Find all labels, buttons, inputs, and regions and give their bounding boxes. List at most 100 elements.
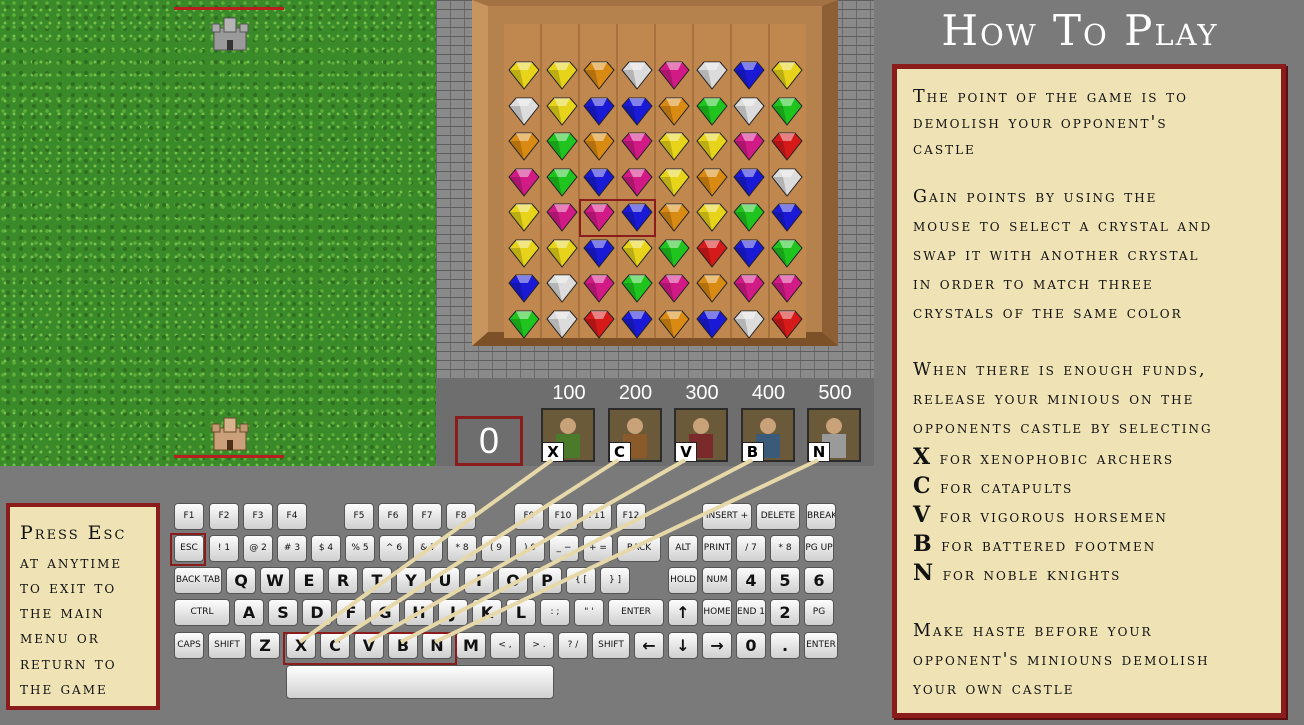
key-hold: HOLD [668, 567, 698, 594]
gem-crystal[interactable] [770, 60, 803, 90]
key-y: Y [396, 567, 426, 594]
key-4: 4 [736, 567, 766, 594]
gem-crystal[interactable] [658, 131, 690, 161]
key-f12: F12 [616, 503, 646, 530]
gem-crystal[interactable] [583, 309, 615, 339]
gem-crystal[interactable] [508, 96, 540, 126]
howto-line: Gain points by using the [913, 187, 1158, 207]
key-l: L [506, 599, 536, 626]
gem-crystal[interactable] [658, 60, 690, 90]
gem-crystal[interactable] [733, 202, 765, 232]
unit-hotkey: C [608, 442, 631, 462]
key-break: BREAK [806, 503, 836, 530]
gem-crystal[interactable] [658, 273, 690, 303]
gem-crystal[interactable] [620, 273, 653, 303]
gem-crystal[interactable] [658, 96, 690, 126]
esc-help-panel: Press Esc at anytime to exit to the main… [6, 503, 160, 710]
score-counter: 0 [455, 416, 523, 466]
gem-crystal[interactable] [658, 202, 690, 232]
key-enter: ENTER [608, 599, 664, 626]
gem-crystal[interactable] [770, 238, 803, 268]
unit-keys-highlight [283, 632, 457, 665]
key-p: P [532, 567, 562, 594]
gem-crystal[interactable] [658, 309, 690, 339]
gem-crystal[interactable] [733, 131, 765, 161]
gem-crystal[interactable] [545, 167, 578, 197]
gem-crystal[interactable] [508, 131, 540, 161]
gem-crystal[interactable] [770, 202, 803, 232]
gem-crystal[interactable] [695, 238, 728, 268]
key-f10: F10 [548, 503, 578, 530]
key-7: / 7 [736, 535, 766, 562]
key-shift: SHIFT [208, 632, 246, 659]
key-5: % 5 [345, 535, 375, 562]
unit-hotkey: V [675, 442, 697, 462]
gem-crystal[interactable] [695, 60, 728, 90]
key-z: Z [250, 632, 280, 659]
gem-crystal[interactable] [733, 60, 765, 90]
gem-crystal[interactable] [695, 167, 728, 197]
key-1: ! 1 [209, 535, 239, 562]
gem-crystal[interactable] [545, 238, 578, 268]
key-9: ( 9 [481, 535, 511, 562]
gem-crystal[interactable] [620, 96, 653, 126]
gem-crystal[interactable] [545, 96, 578, 126]
selected-gems-highlight [579, 199, 656, 237]
gem-crystal[interactable] [508, 60, 540, 90]
gem-crystal[interactable] [695, 273, 728, 303]
gem-crystal[interactable] [695, 309, 728, 339]
gem-crystal[interactable] [733, 96, 765, 126]
gem-crystal[interactable] [695, 202, 728, 232]
gem-crystal[interactable] [508, 238, 540, 268]
unit-hotkey: X [542, 442, 564, 462]
gem-crystal[interactable] [733, 273, 765, 303]
key-h: H [404, 599, 434, 626]
key-f5: F5 [344, 503, 374, 530]
key-2: @ 2 [243, 535, 273, 562]
gem-crystal[interactable] [545, 202, 578, 232]
gem-crystal[interactable] [583, 167, 615, 197]
gem-crystal[interactable] [733, 238, 765, 268]
key-: < , [490, 632, 520, 659]
gem-crystal[interactable] [583, 131, 615, 161]
esc-line: the game [20, 679, 108, 698]
gem-crystal[interactable] [545, 309, 578, 339]
howto-line: for catapults [940, 478, 1074, 498]
gem-crystal[interactable] [770, 167, 803, 197]
gem-crystal[interactable] [770, 309, 803, 339]
gem-crystal[interactable] [620, 309, 653, 339]
gem-crystal[interactable] [583, 60, 615, 90]
gem-crystal[interactable] [620, 167, 653, 197]
unit-hotkey: B [741, 442, 764, 462]
key-d: D [302, 599, 332, 626]
key-: ↑ [668, 599, 698, 626]
key-6: 6 [804, 567, 834, 594]
how-to-play-title: How To Play [941, 6, 1219, 55]
howto-key-v: V [913, 502, 933, 528]
gem-crystal[interactable] [545, 131, 578, 161]
gem-crystal[interactable] [620, 238, 653, 268]
gem-crystal[interactable] [545, 60, 578, 90]
gem-crystal[interactable] [658, 167, 690, 197]
esc-line: to exit to [20, 578, 117, 597]
gem-crystal[interactable] [658, 238, 690, 268]
gem-crystal[interactable] [733, 167, 765, 197]
gem-crystal[interactable] [733, 309, 765, 339]
key-4: $ 4 [311, 535, 341, 562]
gem-crystal[interactable] [770, 273, 803, 303]
gem-crystal[interactable] [583, 238, 615, 268]
gem-crystal[interactable] [620, 131, 653, 161]
gem-crystal[interactable] [695, 96, 728, 126]
gem-crystal[interactable] [583, 273, 615, 303]
gem-crystal[interactable] [508, 309, 540, 339]
battlefield [0, 0, 436, 466]
gem-crystal[interactable] [583, 96, 615, 126]
gem-crystal[interactable] [508, 273, 540, 303]
gem-crystal[interactable] [695, 131, 728, 161]
gem-crystal[interactable] [620, 60, 653, 90]
gem-crystal[interactable] [770, 96, 803, 126]
gem-crystal[interactable] [508, 167, 540, 197]
gem-crystal[interactable] [545, 273, 578, 303]
gem-crystal[interactable] [508, 202, 540, 232]
gem-crystal[interactable] [770, 131, 803, 161]
